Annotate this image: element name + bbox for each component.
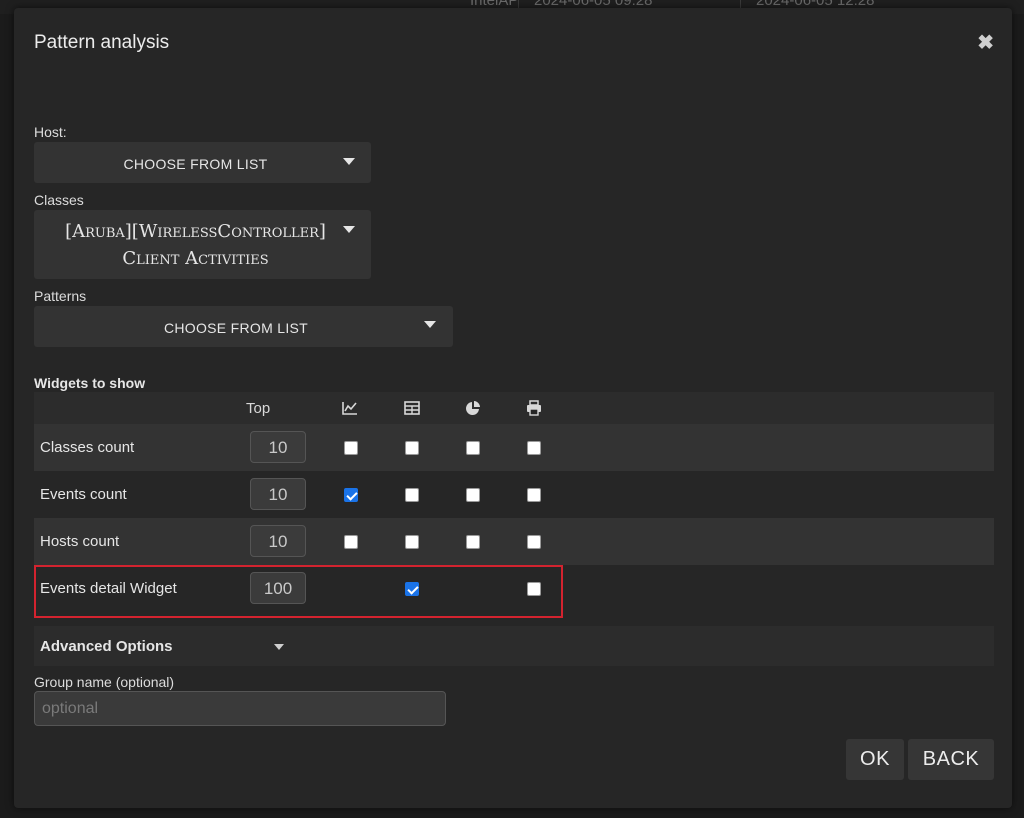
host-dropdown[interactable]: CHOOSE FROM LIST (34, 142, 371, 183)
chevron-down-icon (343, 158, 355, 165)
table-checkbox[interactable] (405, 488, 419, 502)
top-column-header: Top (246, 400, 271, 417)
print-icon (527, 400, 541, 416)
widget-row-label: Classes count (40, 439, 135, 456)
widgets-section-title: Widgets to show (34, 375, 146, 391)
table-checkbox[interactable] (405, 441, 419, 455)
print-checkbox[interactable] (527, 441, 541, 455)
dialog-title: Pattern analysis (34, 32, 170, 53)
patterns-dropdown-value: CHOOSE FROM LIST (163, 320, 309, 336)
patterns-label: Patterns (34, 288, 87, 304)
widget-row-label: Hosts count (40, 533, 120, 550)
table-checkbox[interactable] (405, 582, 419, 596)
print-checkbox[interactable] (527, 488, 541, 502)
widget-row-label: Events count (40, 486, 127, 503)
print-checkbox[interactable] (527, 582, 541, 596)
close-icon[interactable]: ✖ (977, 33, 994, 53)
line-chart-checkbox[interactable] (344, 441, 358, 455)
chevron-down-icon (274, 644, 284, 650)
widget-row-label: Events detail Widget (40, 580, 177, 597)
advanced-options-label: Advanced Options (40, 638, 173, 655)
line-chart-icon (342, 402, 357, 415)
table-icon (404, 401, 420, 415)
line-chart-checkbox[interactable] (344, 535, 358, 549)
group-name-input[interactable] (34, 691, 446, 726)
pattern-analysis-dialog: Pattern analysis ✖ Host: CHOOSE FROM LIS… (14, 8, 1012, 808)
top-count-input[interactable]: 10 (250, 525, 306, 557)
top-count-input[interactable]: 10 (250, 478, 306, 510)
top-count-input[interactable]: 10 (250, 431, 306, 463)
widgets-table-header: Top (34, 392, 994, 424)
pie-chart-icon (466, 401, 480, 415)
top-count-input[interactable]: 100 (250, 572, 306, 604)
classes-label: Classes (34, 192, 84, 208)
classes-value-line2: Client Activities (122, 248, 269, 269)
host-dropdown-value: CHOOSE FROM LIST (123, 156, 268, 172)
widget-row-events-count: Events count 10 (34, 471, 994, 518)
widget-row-events-detail: Events detail Widget 100 (34, 565, 994, 612)
patterns-dropdown[interactable]: CHOOSE FROM LIST (34, 306, 453, 347)
chevron-down-icon (424, 321, 436, 328)
pie-chart-checkbox[interactable] (466, 441, 480, 455)
host-label: Host: (34, 124, 67, 140)
pie-chart-checkbox[interactable] (466, 488, 480, 502)
line-chart-checkbox[interactable] (344, 488, 358, 502)
pie-chart-checkbox[interactable] (466, 535, 480, 549)
classes-dropdown-value: [Aruba][WirelessController] Client Activ… (34, 218, 357, 272)
chevron-down-icon (343, 226, 355, 233)
group-name-label: Group name (optional) (34, 674, 175, 690)
ok-button[interactable]: OK (846, 739, 904, 780)
print-checkbox[interactable] (527, 535, 541, 549)
back-button[interactable]: BACK (908, 739, 994, 780)
advanced-options-toggle[interactable]: Advanced Options (34, 626, 994, 666)
classes-dropdown[interactable]: [Aruba][WirelessController] Client Activ… (34, 210, 371, 279)
table-checkbox[interactable] (405, 535, 419, 549)
widget-row-hosts-count: Hosts count 10 (34, 518, 994, 565)
widget-row-classes-count: Classes count 10 (34, 424, 994, 471)
classes-value-line1: [Aruba][WirelessController] (65, 221, 326, 242)
